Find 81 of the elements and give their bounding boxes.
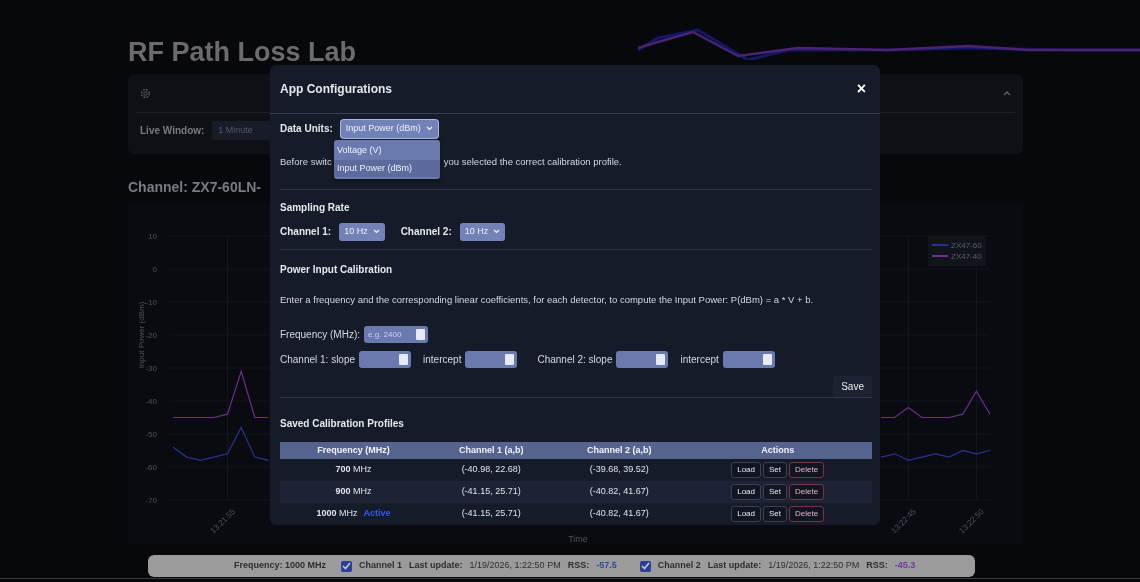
section-title: Sampling Rate — [280, 201, 351, 215]
frequency-value: 700 MHz — [335, 464, 372, 475]
number-field[interactable] — [722, 351, 775, 369]
action-button[interactable]: Set — [763, 462, 788, 478]
chevron-icon — [425, 126, 433, 132]
table-cell: (-39.68, 39.52) — [555, 459, 684, 481]
update-label: Last update: — [707, 559, 762, 573]
frequency-value: 1000 MHz — [316, 508, 358, 519]
live-window-label: Live Window: — [140, 124, 205, 138]
spinner-icon[interactable] — [762, 354, 772, 366]
note-text: Before switc — [280, 155, 332, 167]
action-button[interactable]: Set — [763, 484, 788, 500]
axis-label: Time — [568, 534, 588, 544]
action-button[interactable]: Delete — [789, 462, 825, 478]
legend-label: ZX47-60 — [951, 241, 982, 250]
action-button[interactable]: Load — [731, 462, 761, 478]
field-label: Channel 1: slope — [280, 353, 356, 368]
field-label: Channel 2: slope — [537, 353, 613, 368]
action-button[interactable]: Load — [731, 484, 761, 500]
field-label: Channel 2: — [400, 225, 452, 240]
action-button[interactable]: Delete — [789, 506, 825, 522]
active-label: Active — [363, 508, 391, 519]
table-cell: (-41.15, 25.71) — [427, 481, 556, 503]
app-title: RF Path Loss Lab — [128, 36, 357, 68]
action-button[interactable]: Set — [763, 506, 788, 522]
column-header: Frequency (MHz) — [280, 442, 428, 459]
update-time: 1/19/2026, 1:22:50 PM — [469, 559, 561, 573]
tick-label: -50 — [145, 430, 157, 439]
spinner-icon[interactable] — [656, 354, 666, 366]
field-label: intercept — [423, 353, 462, 368]
spinner-icon[interactable] — [399, 354, 409, 366]
checkbox[interactable] — [639, 560, 651, 572]
update-label: Last update: — [409, 559, 463, 573]
column-header: Channel 2 (a,b) — [555, 442, 684, 459]
frequency-value: 900 MHz — [335, 486, 372, 497]
rate-select[interactable]: 10 Hz — [459, 223, 506, 241]
chevron-icon — [372, 229, 380, 235]
number-field[interactable]: e.g. 2400 — [364, 326, 428, 344]
chevron-icon — [493, 229, 501, 235]
tick-label: -60 — [145, 463, 157, 472]
channel-heading: Channel: ZX7-60LN- — [128, 178, 262, 197]
rate-select[interactable]: 10 Hz — [339, 223, 385, 241]
rss-label: RSS: — [567, 559, 590, 573]
spinner-icon[interactable] — [416, 329, 425, 341]
field-label: Channel 1: — [280, 225, 332, 240]
table-cell: (-41.15, 25.71) — [427, 503, 556, 525]
channel-name: Channel 1 — [359, 559, 403, 573]
description-text: Enter a frequency and the corresponding linear coefficients, for each detector, to compute the Input Power: P(dBm) = a * V + b. — [280, 293, 815, 307]
close-button[interactable]: × — [856, 81, 866, 97]
caret-icon[interactable] — [1003, 90, 1011, 96]
tick-label: 10 — [148, 232, 157, 241]
tick-label: -10 — [145, 298, 157, 307]
table-cell: (-40.82, 41.67) — [555, 481, 684, 503]
update-time: 1/19/2026, 1:22:50 PM — [768, 559, 860, 573]
section-title: Saved Calibration Profiles — [280, 417, 405, 431]
rss-value: -57.5 — [596, 559, 617, 573]
axis-label: Input Power (dBm) — [137, 301, 146, 369]
spinner-icon[interactable] — [505, 354, 515, 366]
note-text: you selected the correct calibration profile. — [443, 155, 622, 167]
frequency-text: Frequency: 1000 MHz — [234, 559, 327, 573]
dropdown-option[interactable]: Input Power (dBm) — [334, 159, 440, 177]
action-button[interactable]: Delete — [789, 484, 825, 500]
field-label: intercept — [680, 353, 719, 368]
rss-value: -45.3 — [894, 559, 916, 573]
field-label: Frequency (MHz): — [280, 328, 360, 343]
dropdown-option[interactable]: Voltage (V) — [334, 142, 440, 160]
section-title: Power Input Calibration — [280, 263, 394, 277]
action-button[interactable]: Load — [731, 506, 761, 522]
table-cell: (-40.82, 41.67) — [555, 503, 684, 525]
column-header: Channel 1 (a,b) — [427, 442, 556, 459]
checkbox[interactable] — [341, 560, 353, 572]
column-header: Actions — [683, 442, 872, 459]
table-cell: (-40.98, 22.68) — [427, 459, 556, 481]
rss-label: RSS: — [866, 559, 888, 573]
tick-label: -70 — [145, 496, 157, 505]
dialog-title: App Configurations — [280, 81, 392, 98]
data-units-select[interactable]: Input Power (dBm) — [340, 120, 438, 138]
settings-icon[interactable] — [140, 87, 151, 99]
channel-name: Channel 2 — [657, 559, 701, 573]
save-button[interactable]: Save — [833, 376, 872, 398]
legend-label: ZX47-40 — [951, 252, 982, 261]
